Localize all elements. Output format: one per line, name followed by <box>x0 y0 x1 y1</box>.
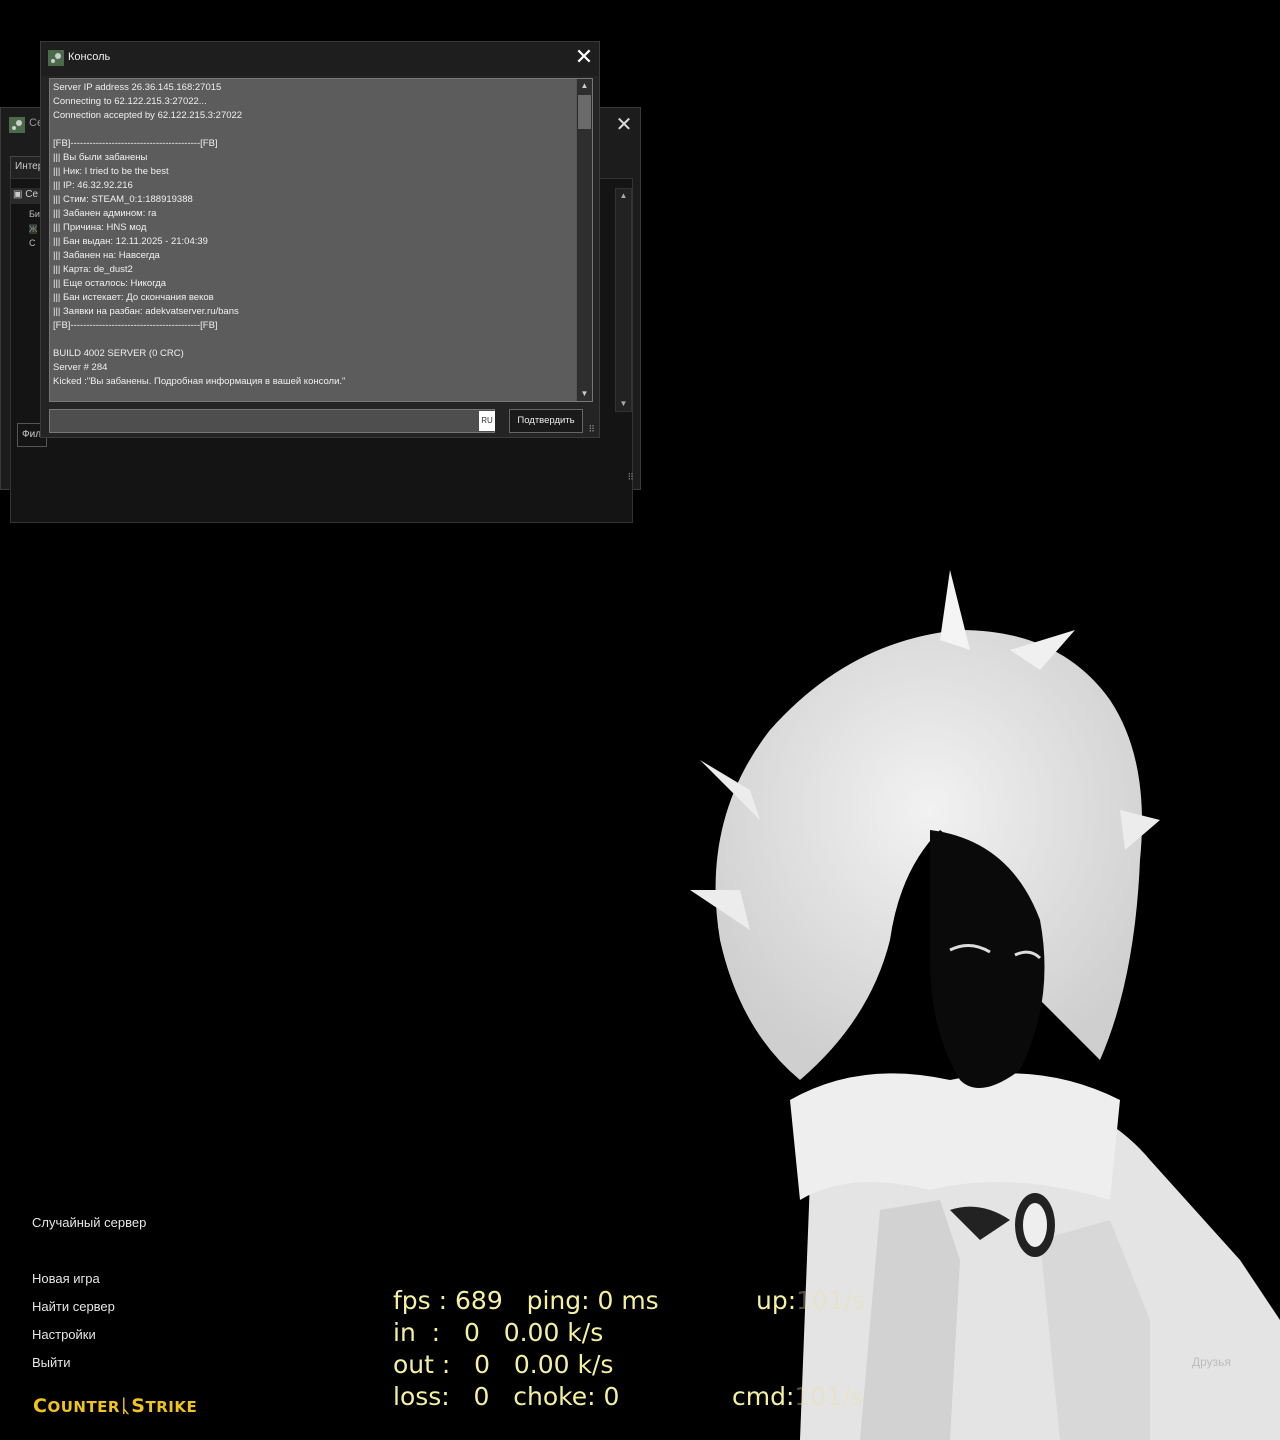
console-line: ||| Ник: I tried to be the best <box>53 166 169 177</box>
keyboard-language-badge: RU <box>479 411 495 431</box>
resize-grip-icon[interactable]: ⠿ <box>627 472 634 483</box>
console-line: Server # 284 <box>53 362 108 373</box>
resize-grip-icon[interactable]: ⠿ <box>588 424 595 435</box>
close-icon[interactable]: ✕ <box>573 47 595 69</box>
menu-settings[interactable]: Настройки <box>32 1327 96 1342</box>
console-line: Connection accepted by 62.122.215.3:2702… <box>53 110 243 121</box>
console-line: ||| Бан выдан: 12.11.2025 - 21:04:39 <box>53 236 208 247</box>
console-line: ||| Забанен админом: ra <box>53 208 157 219</box>
netgraph-out-line: out : 0 0.00 k/s <box>393 1350 614 1379</box>
console-line: ||| Забанен на: Навсегда <box>53 250 160 261</box>
netgraph-in-line: in : 0 0.00 k/s <box>393 1318 604 1347</box>
console-line: [FB]------------------------------------… <box>53 320 218 331</box>
console-line: ||| IP: 46.32.92.216 <box>53 180 133 191</box>
menu-quit[interactable]: Выйти <box>32 1355 71 1370</box>
menu-find-server[interactable]: Найти сервер <box>32 1299 115 1314</box>
netgraph-up: up:101/s <box>756 1286 866 1315</box>
console-line: ||| Бан истекает: До скончания веков <box>53 292 214 303</box>
console-line: ||| Карта: de_dust2 <box>53 264 133 275</box>
steam-icon <box>9 117 25 133</box>
menu-random-server[interactable]: Случайный сервер <box>32 1215 146 1230</box>
netgraph-loss-line: loss: 0 choke: 0 <box>393 1382 620 1411</box>
console-window: Консоль ✕ Server IP address 26.36.145.16… <box>40 41 600 438</box>
list-item[interactable]: Би <box>29 209 40 219</box>
console-scrollbar[interactable]: ▲ ▼ <box>576 79 592 401</box>
console-title: Консоль <box>68 51 111 63</box>
submit-button[interactable]: Подтвердить <box>509 409 583 433</box>
list-item[interactable]: Ж <box>29 224 38 234</box>
console-line: ||| Стим: STEAM_0:1:188919388 <box>53 194 193 205</box>
console-line: Connecting to 62.122.215.3:27022... <box>53 96 207 107</box>
console-line: BUILD 4002 SERVER (0 CRC) <box>53 348 184 359</box>
menu-new-game[interactable]: Новая игра <box>32 1271 100 1286</box>
friends-button[interactable]: Друзья <box>1192 1355 1231 1369</box>
counter-strike-logo: COUNTERᚳSTRIKE <box>33 1395 198 1417</box>
lock-column-icon: ▣ <box>13 189 23 200</box>
soldier-silhouette-icon: ᚳ <box>119 1396 132 1417</box>
scroll-down-icon[interactable]: ▼ <box>616 397 631 411</box>
console-lines: Server IP address 26.36.145.168:27015 Co… <box>53 81 573 389</box>
steam-icon <box>48 50 64 66</box>
console-line: ||| Заявки на разбан: adekvatserver.ru/b… <box>53 306 239 317</box>
console-line: ||| Причина: HNS мод <box>53 222 147 233</box>
netgraph: fps : 689 ping: 0 ms in : 0 0.00 k/s out… <box>393 1285 659 1413</box>
console-title-bar[interactable]: Консоль ✕ <box>41 42 599 76</box>
console-command-input[interactable] <box>49 409 495 433</box>
console-line: ||| Вы были забанены <box>53 152 148 163</box>
scroll-up-icon[interactable]: ▲ <box>616 189 631 203</box>
console-line: Server IP address 26.36.145.168:27015 <box>53 82 222 93</box>
close-icon[interactable]: ✕ <box>614 114 634 134</box>
scrollbar-thumb[interactable] <box>578 95 591 129</box>
netgraph-fps-line: fps : 689 ping: 0 ms <box>393 1286 659 1315</box>
console-line: [FB]------------------------------------… <box>53 138 218 149</box>
console-line: Kicked :"Вы забанены. Подробная информац… <box>53 376 346 387</box>
server-list-scrollbar[interactable]: ▲ ▼ <box>615 188 632 412</box>
console-output[interactable]: Server IP address 26.36.145.168:27015 Co… <box>49 78 593 402</box>
netgraph-cmd: cmd:101/s <box>732 1382 864 1411</box>
list-item[interactable]: С <box>29 238 36 248</box>
scroll-up-icon[interactable]: ▲ <box>577 79 592 93</box>
console-line: ||| Еще осталось: Никогда <box>53 278 167 289</box>
scroll-down-icon[interactable]: ▼ <box>577 387 592 401</box>
